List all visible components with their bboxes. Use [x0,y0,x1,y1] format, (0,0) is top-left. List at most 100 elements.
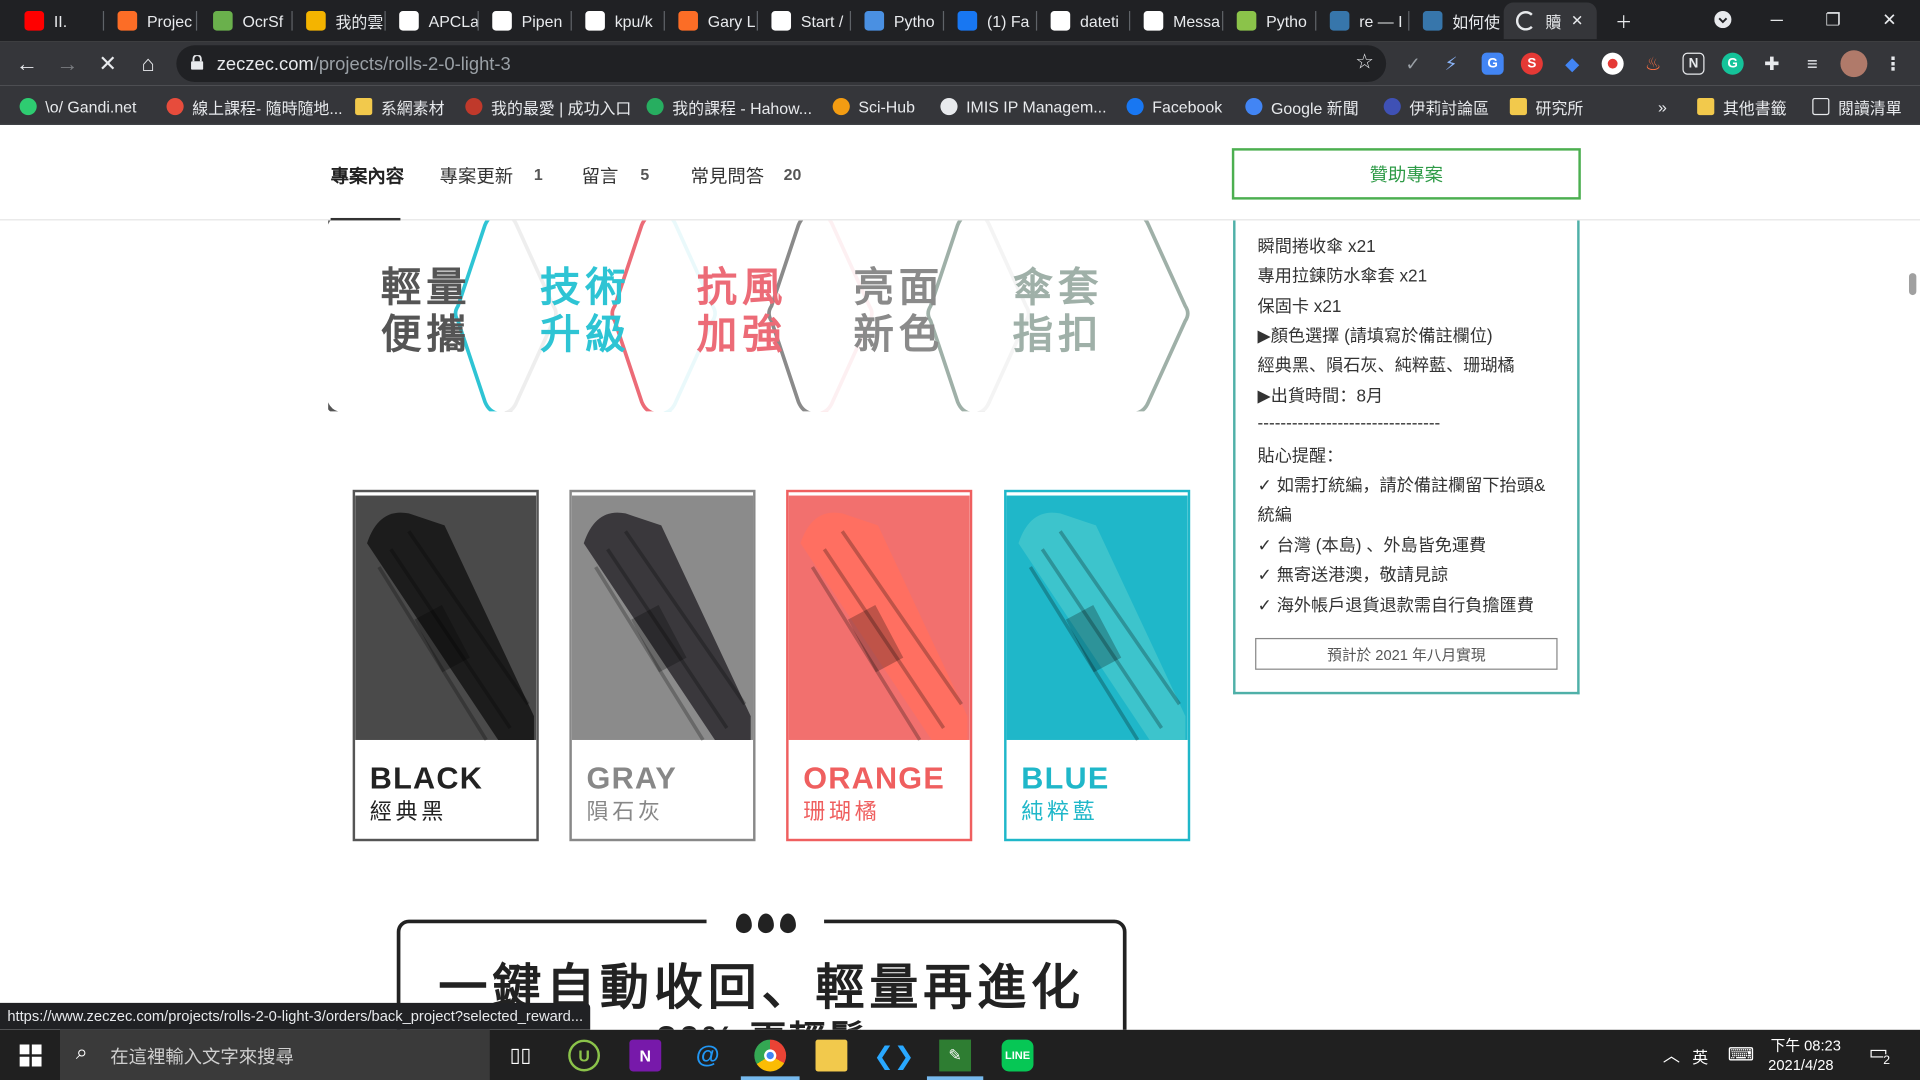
browser-tab[interactable]: 贖 ✕ [1503,2,1597,40]
restore-icon[interactable]: ❐ [1805,0,1861,39]
at-icon[interactable]: @ [692,1040,724,1072]
close-tab-icon[interactable]: ✕ [1571,12,1583,29]
url-text: zeczec.com/projects/rolls-2-0-light-3 [216,53,511,75]
umbrella-image [1006,495,1188,741]
input-method-icon[interactable]: ⌨ [1728,1043,1755,1065]
page-scrollbar[interactable] [1908,273,1917,296]
color-name-en: BLACK [369,761,484,796]
bookmark-label: 系網素材 [380,98,445,117]
windows-taskbar: ⌕ 在這裡輸入文字來搜尋 ▯▯ U N @ ❮❯ ✎ LINE ︿ 英 ⌨ 下午… [0,1029,1920,1080]
browser-tab[interactable]: re — I [1318,2,1409,39]
media-control-icon[interactable]: ≡ [1801,53,1823,75]
reward-detail-line: -------------------------------- [1257,412,1441,433]
reading-list-button[interactable]: 閱讀清單 [1812,96,1902,118]
color-name-en: GRAY [586,761,678,796]
browser-tab[interactable]: II. [12,2,103,39]
browser-tab[interactable]: (1) Fa [945,2,1036,39]
home-icon[interactable]: ⌂ [131,47,165,81]
tab-search-icon[interactable] [1695,0,1751,39]
browser-tab[interactable]: OcrSf [201,2,292,39]
browser-tab[interactable]: 我的雲 [294,2,385,39]
browser-tab[interactable]: dateti [1038,2,1129,39]
close-window-icon[interactable]: ✕ [1861,0,1917,39]
extension-record-icon[interactable] [1601,52,1624,75]
browser-tab[interactable]: Messa [1131,2,1222,39]
extensions-puzzle-icon[interactable]: ✚ [1761,53,1783,75]
bookmark-item[interactable]: 伊莉討論區 [1383,96,1490,118]
stop-loading-icon[interactable]: ✕ [91,47,125,81]
minimize-icon[interactable]: ─ [1749,0,1805,39]
menu-kebab-icon[interactable]: ⋮ [1882,53,1904,75]
clock-date[interactable]: 2021/4/28 [1768,1057,1833,1074]
notion-icon[interactable]: N [1682,52,1705,75]
bookmark-star-icon[interactable]: ☆ [1355,50,1374,74]
bookmark-item[interactable]: 系網素材 [355,96,445,118]
extension-fire-icon[interactable]: ♨ [1642,53,1664,75]
tab-comments[interactable]: 留言 [582,163,619,189]
tab-project-updates[interactable]: 專案更新 [440,163,513,189]
extension-bolt-icon[interactable]: ⚡ [1440,53,1462,75]
browser-tab[interactable]: Start / [759,2,850,39]
browser-tab[interactable]: Projec [105,2,196,39]
bookmark-item[interactable]: 我的最愛 | 成功入口 [465,96,631,118]
start-icon [771,11,792,31]
bookmark-item[interactable]: 線上課程- 隨時隨地... [166,96,343,118]
ime-indicator[interactable]: 英 [1692,1044,1708,1067]
browser-tab[interactable]: Pytho [852,2,943,39]
upwork-icon[interactable]: U [568,1039,601,1072]
clock-time[interactable]: 下午 08:23 [1771,1035,1841,1056]
bookmark-label: 伊莉討論區 [1409,98,1490,117]
extension-s-icon[interactable]: S [1520,52,1543,75]
chrome-icon[interactable] [754,1039,787,1072]
tab-title: (1) Fa [986,11,1030,31]
onenote-icon[interactable]: N [629,1039,662,1072]
gitlab-icon [117,11,138,31]
new-tab-button[interactable]: ＋ [1587,2,1660,41]
bookmark-item[interactable]: \o/ Gandi.net [19,96,137,118]
tray-chevron-icon[interactable]: ︿ [1663,1043,1680,1067]
google-translate-icon[interactable]: G [1481,52,1504,75]
extension-shield-icon[interactable]: ◆ [1561,53,1583,75]
github-icon [399,11,419,31]
bookmark-item[interactable]: 我的課程 - Hahow... [646,96,812,118]
grammarly-icon[interactable]: G [1721,52,1744,75]
address-bar[interactable]: zeczec.com/projects/rolls-2-0-light-3 ☆ [176,45,1387,83]
bookmarks-overflow-icon[interactable]: » [1658,96,1667,118]
bookmark-item[interactable]: Facebook [1126,96,1223,118]
feature-label-line: 技術 [540,263,631,312]
back-project-button[interactable]: 贊助專案 [1231,148,1581,200]
browser-tab[interactable]: Pytho [1225,2,1316,39]
color-name-en: ORANGE [803,761,945,796]
bookmark-item[interactable]: IMIS IP Managem... [940,96,1107,118]
bookmark-item[interactable]: 研究所 [1509,96,1583,118]
profile-avatar[interactable] [1840,50,1868,78]
tab-project-content[interactable]: 專案內容 [331,163,404,189]
feature-label-line: 升級 [540,309,631,358]
bookmarks-bar: \o/ Gandi.net 線上課程- 隨時隨地... 系網素材 我的最愛 | 成功入… [0,85,1920,125]
forward-icon[interactable]: → [50,47,84,81]
browser-tab[interactable]: Gary L [666,2,757,39]
taskbar-search[interactable]: ⌕ 在這裡輸入文字來搜尋 [60,1029,490,1080]
tab-separator [1222,11,1224,31]
browser-tab[interactable]: 如何使 [1411,2,1502,39]
windows-start-icon[interactable] [15,1040,47,1072]
extension-check-icon[interactable]: ✓ [1402,53,1424,75]
back-icon[interactable]: ← [10,47,44,81]
browser-tab[interactable]: APCLa [387,2,478,39]
line-icon[interactable]: LINE [1001,1039,1034,1072]
bookmark-label: Facebook [1152,97,1223,116]
chrome-active-indicator [740,1076,800,1080]
vscode-icon[interactable]: ❮❯ [873,1040,914,1072]
file-explorer-icon[interactable] [815,1039,848,1072]
app-pen-icon[interactable]: ✎ [939,1039,972,1072]
browser-tab[interactable]: kpu/k [573,2,664,39]
bookmark-item[interactable]: Google 新聞 [1245,96,1359,118]
bookmark-item[interactable]: Sci-Hub [832,96,915,118]
browser-toolbar: ← → ✕ ⌂ zeczec.com/projects/rolls-2-0-li… [0,41,1920,86]
browser-tab[interactable]: Pipen [480,2,571,39]
tab-faq[interactable]: 常見問答 [691,163,764,189]
search-icon: ⌕ [75,1040,88,1065]
task-view-icon[interactable]: ▯▯ [504,1040,536,1072]
bookmark-folder-other[interactable]: 其他書籤 [1697,96,1787,118]
umbrella-image [571,495,754,741]
